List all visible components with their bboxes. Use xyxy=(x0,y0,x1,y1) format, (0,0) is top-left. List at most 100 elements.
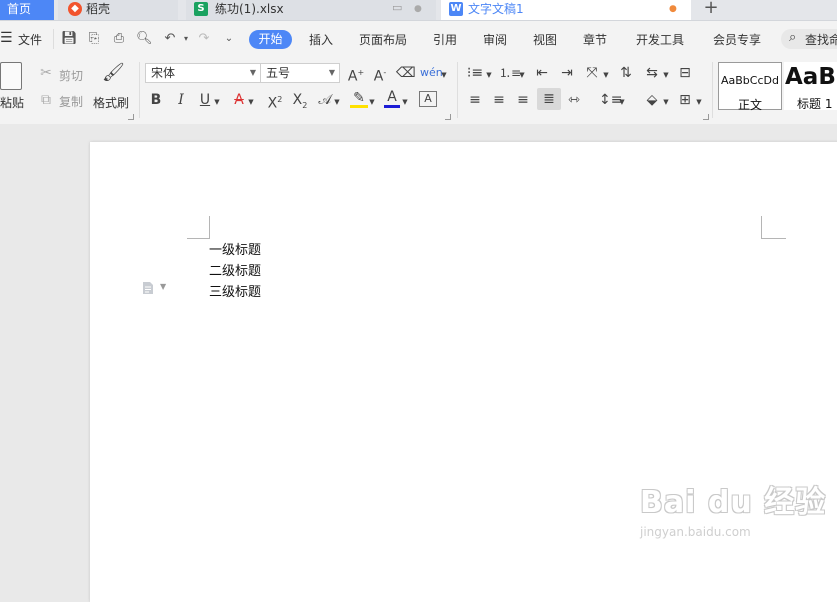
tab-document-label: 文字文稿1 xyxy=(468,2,524,16)
doc-heading-line[interactable]: 三级标题 xyxy=(209,281,261,300)
chevron-down-icon[interactable]: ▼ xyxy=(662,93,670,111)
tab-home[interactable]: 首页 xyxy=(0,0,54,20)
font-size-select[interactable]: 五号 ▼ xyxy=(260,63,340,83)
superscript-icon[interactable]: X2 xyxy=(265,91,285,113)
redo-icon[interactable]: ↷ xyxy=(196,31,212,47)
bullet-list-icon[interactable]: ⁝≡ xyxy=(466,64,484,82)
menu-developer[interactable]: 开发工具 xyxy=(636,31,684,48)
divider xyxy=(139,62,140,118)
grow-font-icon[interactable]: A+ xyxy=(346,64,366,86)
increase-indent-icon[interactable]: ⇥ xyxy=(558,64,576,82)
underline-icon[interactable]: U xyxy=(197,91,213,109)
paragraph-layout-icon[interactable] xyxy=(142,281,154,295)
chevron-down-icon: ▼ xyxy=(249,68,256,77)
distributed-icon[interactable]: ⇿ xyxy=(565,91,583,109)
decrease-indent-icon[interactable]: ⇤ xyxy=(533,64,551,82)
chevron-down-icon[interactable]: ▼ xyxy=(160,282,166,291)
daoke-icon: ◆ xyxy=(68,2,82,16)
print-icon[interactable]: ⎙ xyxy=(111,31,127,47)
paste-icon[interactable] xyxy=(0,62,22,90)
chevron-down-icon[interactable]: ▼ xyxy=(213,93,221,111)
undo-dropdown-icon[interactable]: ▾ xyxy=(178,31,194,47)
ruler-icon[interactable]: ⊟ xyxy=(676,64,694,82)
shading-icon[interactable]: ⬙ xyxy=(643,91,661,109)
hamburger-icon[interactable]: ☰ xyxy=(0,30,13,46)
doc-heading-line[interactable]: 二级标题 xyxy=(209,260,261,279)
subscript-icon[interactable]: X2 xyxy=(290,91,310,115)
save-icon[interactable]: 💾︎ xyxy=(61,31,78,47)
chevron-down-icon[interactable]: ▼ xyxy=(602,66,610,84)
tab-spreadsheet[interactable]: S 练功(1).xlsx ▭ ● xyxy=(186,0,436,20)
strikethrough-icon[interactable]: A xyxy=(231,91,247,109)
tab-document[interactable]: W 文字文稿1 ● xyxy=(441,0,691,20)
format-painter-button[interactable]: 格式刷 xyxy=(93,94,129,111)
search-command-label: 查找命 xyxy=(805,33,837,47)
new-tab-button[interactable]: + xyxy=(698,0,724,20)
sort-icon[interactable]: ⇅ xyxy=(617,64,635,82)
writer-icon: W xyxy=(449,2,463,16)
doc-heading-line[interactable]: 一级标题 xyxy=(209,239,261,258)
bold-icon[interactable]: B xyxy=(148,91,164,109)
search-command-box[interactable]: ⌕ 查找命 xyxy=(781,29,837,49)
chevron-down-icon[interactable]: ▼ xyxy=(333,93,341,111)
menu-chapter[interactable]: 章节 xyxy=(583,31,607,48)
line-spacing-icon[interactable]: ↕≡ xyxy=(599,91,622,109)
tab-bar: 首页 ◆ 稻壳 S 练功(1).xlsx ▭ ● W 文字文稿1 ● + xyxy=(0,0,837,21)
text-effect-icon[interactable]: 𝒜 xyxy=(317,91,333,109)
undo-icon[interactable]: ↶ xyxy=(162,31,178,47)
menu-review[interactable]: 审阅 xyxy=(483,31,507,48)
chevron-down-icon[interactable]: ▼ xyxy=(401,93,409,111)
phonetic-guide-icon[interactable]: wén xyxy=(420,64,443,82)
menu-view[interactable]: 视图 xyxy=(533,31,557,48)
align-center-icon[interactable]: ≡ xyxy=(490,91,508,109)
show-marks-icon[interactable]: ⇆ xyxy=(643,64,661,82)
menu-start[interactable]: 开始 xyxy=(249,30,292,49)
print-preview-icon[interactable]: 🔍︎ xyxy=(136,31,153,47)
copy-button[interactable]: 复制 xyxy=(59,93,83,110)
menu-references[interactable]: 引用 xyxy=(433,31,457,48)
shrink-font-icon[interactable]: A- xyxy=(370,64,390,86)
font-size-value: 五号 xyxy=(266,66,291,80)
chevron-down-icon[interactable]: ▼ xyxy=(695,93,703,111)
menu-file[interactable]: 文件 xyxy=(18,31,42,48)
highlight-icon[interactable]: ✎ xyxy=(350,91,368,108)
menu-insert[interactable]: 插入 xyxy=(309,31,333,48)
style-normal[interactable]: AaBbCcDd 正文 xyxy=(718,62,782,112)
paste-button[interactable]: 粘贴 xyxy=(0,94,24,111)
align-right-icon[interactable]: ≡ xyxy=(514,91,532,109)
cut-button[interactable]: 剪切 xyxy=(59,67,83,84)
font-name-select[interactable]: 宋体 ▼ xyxy=(145,63,261,83)
font-color-icon[interactable]: A xyxy=(384,89,400,108)
divider xyxy=(712,62,713,118)
chevron-down-icon[interactable]: ▼ xyxy=(440,66,448,84)
chevron-down-icon[interactable]: ▼ xyxy=(247,93,255,111)
italic-icon[interactable]: I xyxy=(173,91,189,109)
style-heading-1[interactable]: AaBl 标题 1 xyxy=(784,62,837,111)
numbered-list-icon[interactable]: ⒈≡ xyxy=(499,64,521,82)
align-left-icon[interactable]: ≡ xyxy=(466,91,484,109)
char-border-icon[interactable]: A xyxy=(419,91,437,107)
output-pdf-icon[interactable]: ⎘ xyxy=(86,31,102,47)
justify-icon[interactable]: ≣ xyxy=(537,88,561,110)
clipboard-dialog-launcher[interactable] xyxy=(128,114,134,120)
chevron-down-icon[interactable]: ▼ xyxy=(662,66,670,84)
scissors-icon: ✂ xyxy=(40,65,52,81)
customize-dropdown-icon[interactable]: ⌄ xyxy=(221,31,237,47)
clear-format-icon[interactable]: ⌫ xyxy=(396,64,416,82)
format-painter-icon: 🖌︎ xyxy=(102,62,125,83)
tab-status-dot-icon: ● xyxy=(414,4,422,14)
chevron-down-icon[interactable]: ▼ xyxy=(518,66,526,84)
font-dialog-launcher[interactable] xyxy=(445,114,451,120)
menu-membership[interactable]: 会员专享 xyxy=(713,31,761,48)
chevron-down-icon[interactable]: ▼ xyxy=(485,66,493,84)
chinese-layout-icon[interactable]: ⤧ xyxy=(583,64,601,82)
chevron-down-icon: ▼ xyxy=(328,68,335,77)
paragraph-dialog-launcher[interactable] xyxy=(703,114,709,120)
menu-page-layout[interactable]: 页面布局 xyxy=(359,31,407,48)
tab-daoke[interactable]: ◆ 稻壳 xyxy=(58,0,178,20)
chevron-down-icon[interactable]: ▼ xyxy=(618,93,626,111)
style-normal-label: 正文 xyxy=(738,98,763,112)
borders-icon[interactable]: ⊞ xyxy=(676,91,694,109)
chevron-down-icon[interactable]: ▼ xyxy=(368,93,376,111)
monitor-icon[interactable]: ▭ xyxy=(392,0,402,17)
